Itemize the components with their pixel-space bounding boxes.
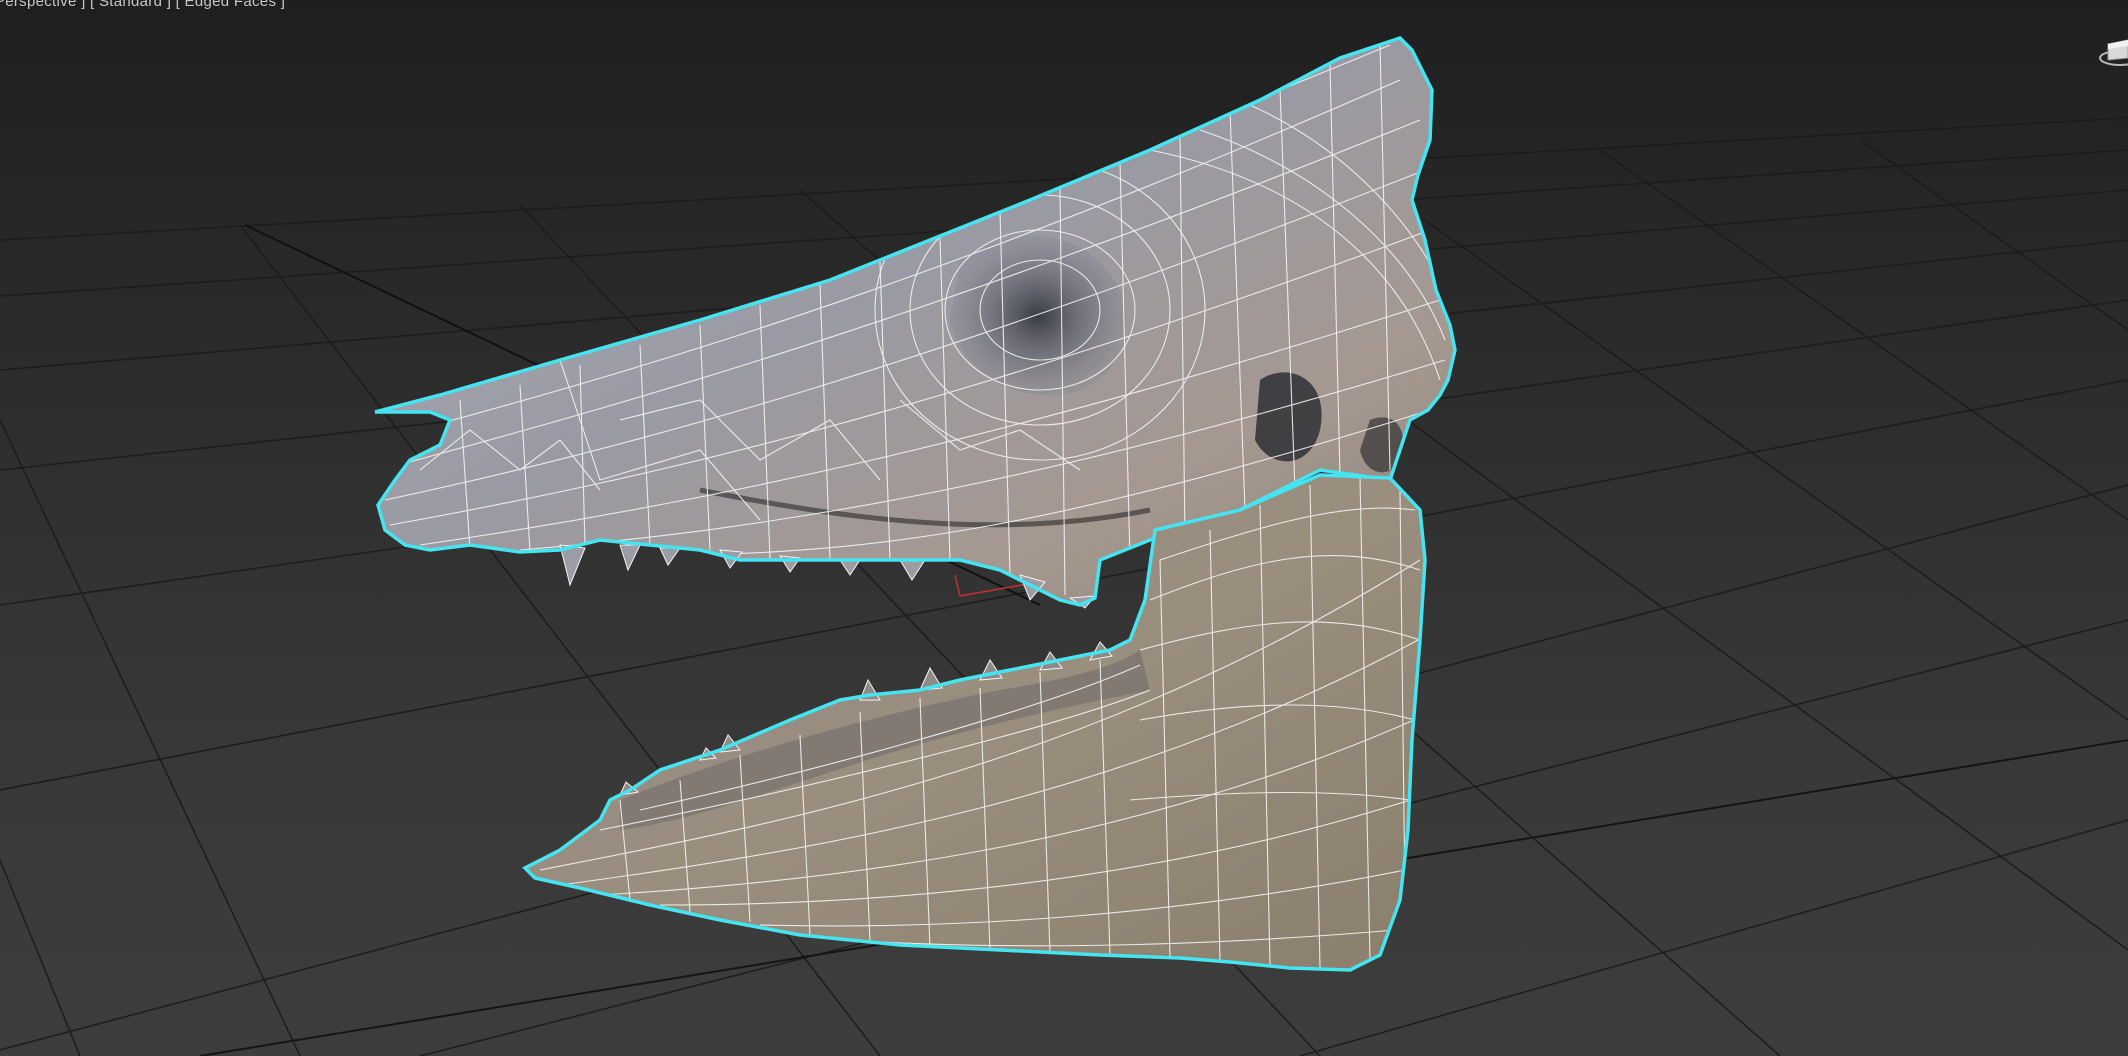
viewport-label[interactable]: [ Perspective ] [ Standard ] [ Edged Fac… xyxy=(0,0,285,10)
viewport-canvas[interactable] xyxy=(0,0,2128,1056)
perspective-viewport[interactable]: [ Perspective ] [ Standard ] [ Edged Fac… xyxy=(0,0,2128,1056)
viewcube-icon[interactable] xyxy=(2094,36,2128,70)
